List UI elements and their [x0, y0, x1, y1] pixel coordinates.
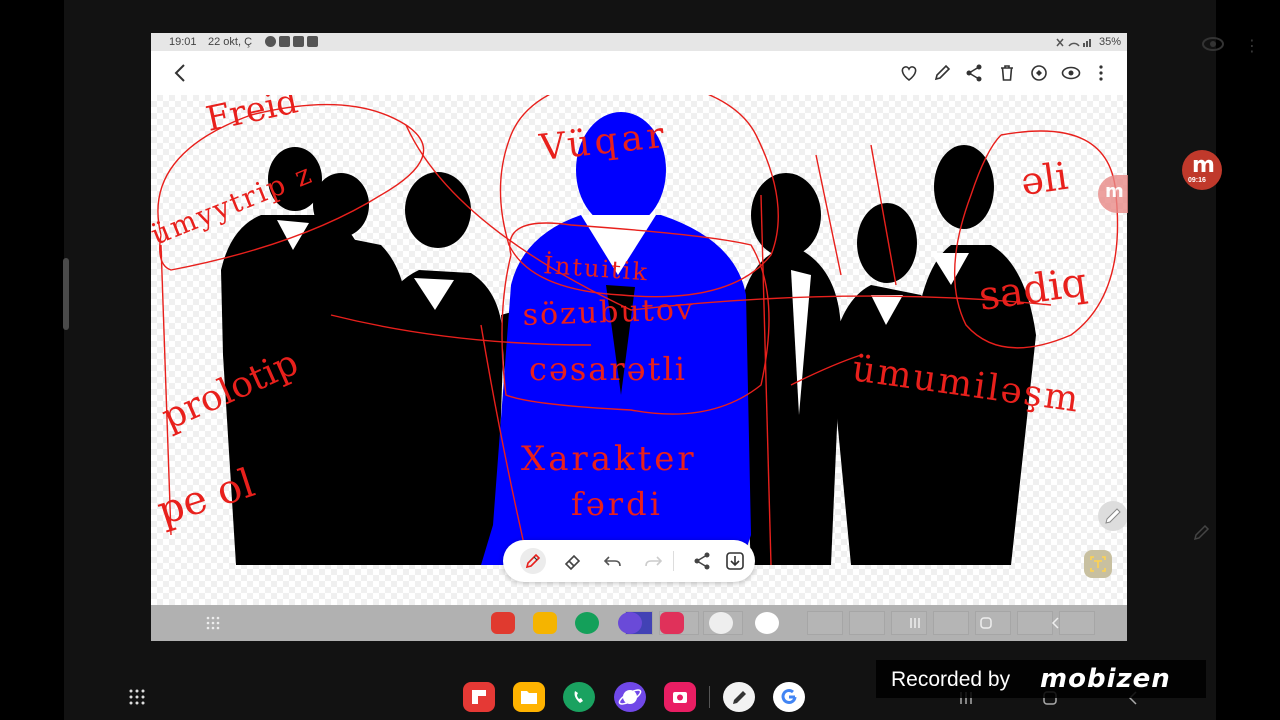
recorded-by-watermark: Recorded by mobizen — [876, 660, 1206, 698]
redo-icon — [645, 556, 663, 567]
mobizen-brand-logo: mobizen — [1040, 664, 1171, 694]
viewer-toolbar — [151, 51, 1127, 95]
outer-more-icon: ⋮ — [1244, 38, 1260, 55]
pencil-icon — [1105, 508, 1121, 524]
camera-icon[interactable] — [664, 682, 696, 712]
share-icon — [694, 552, 710, 570]
back-icon[interactable] — [171, 61, 189, 85]
dock-divider — [709, 686, 710, 708]
mobizen-notif-icon — [265, 36, 276, 47]
battery-level: 35% — [1098, 36, 1121, 48]
mobizen-logo-icon: m — [1192, 153, 1215, 178]
apps-grid-icon[interactable] — [205, 615, 221, 631]
pen-app-icon[interactable] — [709, 612, 733, 634]
side-handle[interactable] — [63, 258, 69, 330]
eraser-button[interactable] — [560, 548, 586, 574]
share-button[interactable] — [689, 548, 715, 574]
text-extract-button[interactable] — [1084, 550, 1112, 578]
outer-pencil-icon — [1193, 524, 1210, 541]
divider — [673, 551, 674, 571]
redo-button[interactable] — [640, 548, 666, 574]
app-notif-icon — [293, 36, 304, 47]
view-icon[interactable] — [1061, 63, 1081, 83]
pen-icon — [525, 553, 541, 569]
heart-icon[interactable] — [899, 63, 919, 83]
notification-icons — [265, 36, 318, 47]
app-notif-icon — [279, 36, 290, 47]
undo-icon — [603, 556, 621, 567]
flipboard-icon[interactable] — [463, 682, 495, 712]
app-notif-icon — [307, 36, 318, 47]
recorded-by-label: Recorded by — [891, 668, 1011, 691]
more-icon[interactable] — [1091, 63, 1111, 83]
save-icon — [726, 552, 744, 570]
files-icon[interactable] — [513, 682, 545, 712]
word-ferdi: fərdi — [571, 485, 663, 523]
camera-icon[interactable] — [660, 612, 684, 634]
flipboard-icon[interactable] — [491, 612, 515, 634]
mobizen-logo-icon: m — [1105, 181, 1124, 202]
home-icon[interactable] — [979, 616, 993, 630]
outer-apps-grid-icon[interactable] — [128, 688, 146, 706]
signal-icons — [1056, 38, 1091, 47]
status-date: 22 okt, Ç — [208, 36, 253, 48]
recents-icon[interactable] — [908, 616, 922, 630]
pen-toolbar — [503, 540, 755, 582]
outer-eye-icon — [1202, 37, 1224, 51]
share-icon[interactable] — [964, 63, 984, 83]
nav-back-icon[interactable] — [1049, 616, 1063, 630]
inner-taskbar — [151, 605, 1127, 641]
tablet-screen: 19:01 22 okt, Ç 35% Freid ümyytrip z pro… — [151, 33, 1127, 641]
text-scan-icon — [1090, 556, 1106, 572]
internet-icon[interactable] — [618, 612, 642, 634]
word-freid: Freid — [203, 95, 302, 140]
word-sozubutov: sözubutov — [522, 292, 695, 333]
phone-icon[interactable] — [563, 682, 595, 712]
save-button[interactable] — [722, 548, 748, 574]
word-cesaretli: cəsarətli — [529, 350, 687, 388]
status-bar: 19:01 22 okt, Ç 35% — [151, 33, 1127, 51]
google-icon[interactable] — [773, 682, 805, 712]
draw-floating-button[interactable] — [1098, 501, 1127, 531]
files-icon[interactable] — [533, 612, 557, 634]
status-right: 35% — [1055, 36, 1121, 48]
word-xarakter: Xarakter — [521, 439, 697, 479]
status-time: 19:01 — [169, 36, 197, 48]
word-eli: əli — [1018, 154, 1070, 204]
delete-icon[interactable] — [997, 63, 1017, 83]
annotated-image: Freid ümyytrip z prolotip pe ol Vüqar İn… — [151, 95, 1119, 576]
eraser-icon — [564, 554, 581, 571]
internet-icon[interactable] — [614, 682, 646, 712]
phone-icon[interactable] — [575, 612, 599, 634]
edit-icon[interactable] — [932, 63, 952, 83]
pen-button[interactable] — [520, 548, 546, 574]
image-canvas[interactable]: Freid ümyytrip z prolotip pe ol Vüqar İn… — [151, 95, 1127, 605]
record-timer: 09:16 — [1188, 177, 1206, 184]
pen-app-icon[interactable] — [723, 682, 755, 712]
undo-button[interactable] — [600, 548, 626, 574]
google-icon[interactable] — [755, 612, 779, 634]
mobizen-record-bubble[interactable]: m 09:16 — [1182, 150, 1222, 190]
remaster-icon[interactable] — [1029, 63, 1049, 83]
mobizen-edge-bubble[interactable]: m — [1098, 175, 1128, 213]
